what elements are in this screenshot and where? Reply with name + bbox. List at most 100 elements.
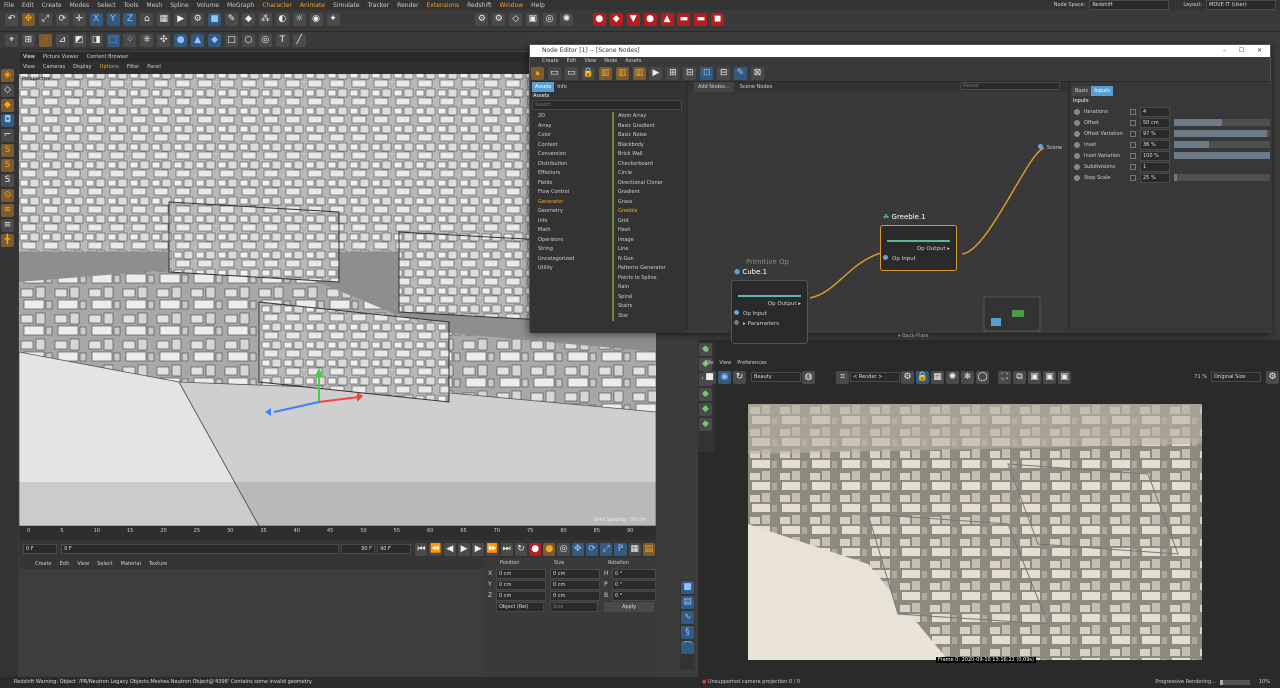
ne-layout-3-icon[interactable]: ▥ — [632, 67, 646, 80]
rot-p-field[interactable]: 0 ° — [612, 579, 656, 590]
menu-volume[interactable]: Volume — [193, 2, 223, 9]
pen-icon[interactable]: ✎ — [224, 13, 238, 26]
attr-value-field[interactable]: 100 % — [1140, 150, 1170, 161]
ring-icon[interactable]: ◎ — [258, 34, 272, 47]
sculpt-tool-4-icon[interactable]: ◆ — [699, 388, 712, 401]
axis-x-icon[interactable]: X — [89, 13, 103, 26]
asset-item[interactable]: Patterns Generator — [618, 264, 678, 274]
rv-crop-icon[interactable]: ⌗ — [836, 370, 849, 384]
asset-item[interactable]: Hash — [618, 226, 678, 236]
max-frame-field[interactable]: 90 F — [377, 544, 412, 554]
workplane-icon[interactable]: ⊞ — [21, 34, 35, 47]
rot-h-field[interactable]: 0 ° — [612, 568, 656, 579]
zoom-select[interactable]: 71 % — [1194, 374, 1207, 380]
rv-stop-icon[interactable]: ■ — [703, 370, 716, 384]
override-checkbox[interactable] — [1130, 174, 1136, 181]
attr-value-field[interactable]: 4 — [1140, 106, 1170, 117]
rv-render-icon[interactable]: ◉ — [718, 370, 731, 384]
menu-create[interactable]: Create — [38, 2, 66, 9]
override-checkbox[interactable] — [1130, 163, 1136, 170]
size-mode-select[interactable]: Size — [550, 602, 598, 612]
tab-assets[interactable]: Assets — [532, 82, 555, 92]
rv-circle-icon[interactable]: ◯ — [976, 370, 989, 384]
maximize-icon[interactable]: ☐ — [1239, 45, 1244, 57]
axis-mode-icon[interactable]: ⁜ — [140, 34, 154, 47]
menu-mograph[interactable]: MoGraph — [223, 2, 258, 9]
snap-icon[interactable]: ⌖ — [5, 34, 18, 47]
preview-end-field[interactable]: 90 F — [340, 544, 376, 554]
rs-light-4-icon[interactable]: ● — [643, 13, 657, 26]
asset-item[interactable]: Stairs — [618, 302, 678, 312]
vp-menu-view[interactable]: View — [19, 64, 39, 70]
category-item[interactable]: Info — [538, 217, 612, 227]
asset-item[interactable]: Spiral — [618, 293, 678, 303]
sphere-icon[interactable]: ● — [174, 34, 188, 47]
category-item[interactable]: Distribution — [538, 160, 612, 170]
asset-item[interactable]: Basic Gradient — [618, 122, 678, 132]
om-menu-material[interactable]: Material — [117, 561, 145, 567]
menu-tools[interactable]: Tools — [120, 2, 143, 9]
cube-palette-icon[interactable]: ■ — [681, 581, 694, 594]
om-menu-edit[interactable]: Edit — [56, 561, 74, 567]
menu-character[interactable]: Character — [258, 2, 296, 9]
attr-slider[interactable] — [1174, 119, 1270, 126]
layout-select[interactable]: MOVE IT (User) — [1206, 0, 1276, 10]
asset-item[interactable]: Star — [618, 312, 678, 322]
rotate-icon[interactable]: ⟳ — [55, 13, 69, 26]
record-icon[interactable]: ● — [529, 542, 542, 556]
rs-light-7-icon[interactable]: ▬ — [694, 13, 708, 26]
asset-item[interactable]: Greeble — [618, 207, 678, 217]
tab-basic[interactable]: Basic — [1072, 86, 1092, 96]
render-image[interactable] — [748, 404, 1202, 660]
ne-tool-12-icon[interactable]: ⊟ — [717, 67, 731, 80]
cube-node[interactable]: ⬢ Cube.1 Op Output ▸ Op Input ▸ Paramete… — [731, 268, 808, 344]
keyframe-selection-icon[interactable]: ◎ — [557, 542, 570, 556]
coord-mode-select[interactable]: Object (Rel) — [496, 602, 544, 612]
menu-simulate[interactable]: Simulate — [329, 2, 364, 9]
bend-palette-icon[interactable]: ⌒ — [681, 641, 694, 654]
keyframe-icon[interactable] — [1074, 119, 1080, 126]
node-editor-titlebar[interactable]: Node Editor [1] -- [Scene Nodes] – ☐ ✕ — [530, 45, 1270, 57]
preview-start-field[interactable]: 0 F — [61, 544, 339, 554]
menu-animate[interactable]: Animate — [296, 2, 329, 9]
redshift-tool-1-icon[interactable]: ⚙ — [475, 13, 489, 26]
rs-light-1-icon[interactable]: ● — [592, 13, 606, 26]
vp-menu-options[interactable]: Options — [96, 64, 123, 70]
coordinate-system-icon[interactable]: ⌂ — [140, 13, 154, 26]
menu-tracker[interactable]: Tracker — [364, 2, 394, 9]
goto-start-icon[interactable]: ⏮ — [415, 542, 428, 556]
ne-play-icon[interactable]: ▶ — [649, 67, 663, 80]
rv-snapshot-1-icon[interactable]: ▣ — [1028, 370, 1041, 384]
key-rotation-icon[interactable]: ⟳ — [585, 542, 599, 556]
category-item[interactable]: 2D — [538, 112, 612, 122]
rv-snapshot-3-icon[interactable]: ▣ — [1058, 370, 1071, 384]
sculpt-icon[interactable]: ⌐ — [1, 129, 14, 142]
attr-value-field[interactable]: 97 % — [1140, 128, 1170, 139]
gizmo-icon[interactable]: ╋ — [1, 234, 14, 247]
rv-menu-preferences[interactable]: Preferences — [734, 360, 769, 366]
rv-menu-view[interactable]: View — [716, 360, 734, 366]
keyframe-icon[interactable] — [1074, 163, 1080, 170]
override-checkbox[interactable] — [1130, 152, 1136, 159]
rv-stack-icon[interactable]: ⧉ — [1013, 370, 1026, 384]
sculpt-tool-6-icon[interactable]: ◆ — [699, 418, 712, 431]
vp-menu-cameras[interactable]: Cameras — [39, 64, 69, 70]
asset-item[interactable]: Points to Spline — [618, 274, 678, 284]
environment-icon[interactable]: ☼ — [292, 13, 306, 26]
greeble-input-port[interactable]: Op Input — [881, 255, 956, 262]
ne-menu-assets[interactable]: Assets — [621, 57, 645, 66]
undo-icon[interactable]: ↶ — [5, 13, 18, 26]
scale-icon[interactable]: ⤢ — [38, 13, 52, 26]
edges-mode-icon[interactable]: ⊿ — [55, 34, 69, 47]
category-item[interactable]: Math — [538, 226, 612, 236]
apply-button[interactable]: Apply — [604, 602, 654, 612]
attr-value-field[interactable]: 36 % — [1140, 139, 1170, 150]
vp-menu-display[interactable]: Display — [69, 64, 95, 70]
aov-select[interactable]: Beauty — [751, 372, 801, 382]
om-menu-select[interactable]: Select — [93, 561, 116, 567]
cone-icon[interactable]: ▲ — [191, 34, 205, 47]
camera-icon[interactable]: ◉ — [309, 13, 323, 26]
node-graph[interactable]: Add Nodes... Scene Nodes Scene Primitive… — [688, 82, 1068, 344]
rs-light-3-icon[interactable]: ▼ — [626, 13, 640, 26]
snap-toggle-icon[interactable]: S — [1, 159, 14, 172]
